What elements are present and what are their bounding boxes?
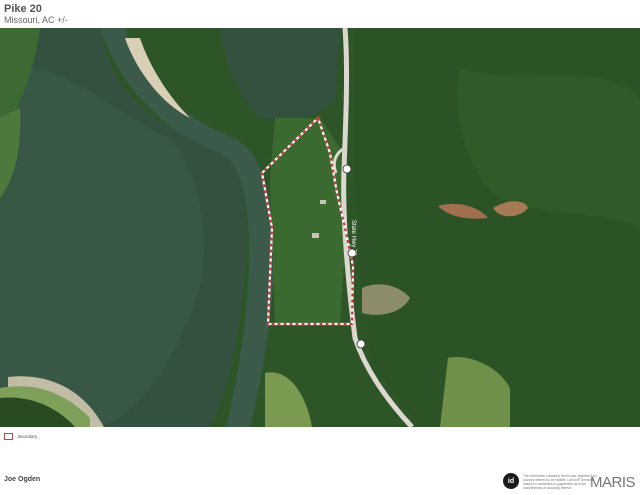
aerial-map[interactable]: State Hwy 79 0 200 400 600 800ft xyxy=(0,28,640,427)
legend-label: Boundary xyxy=(18,434,38,439)
page-title: Pike 20 xyxy=(4,3,42,15)
road-label: State Hwy 79 xyxy=(350,220,356,256)
page-subtitle: Missouri, AC +/- xyxy=(4,15,68,25)
map-legend: Boundary xyxy=(4,433,37,440)
hwy-shield-north xyxy=(342,164,352,174)
structure-2 xyxy=(312,233,319,238)
structure-1 xyxy=(320,200,326,204)
hwy-shield-south xyxy=(356,339,366,349)
disclaimer-text: The information contained herein was obt… xyxy=(523,474,597,490)
maris-logo: MARIS xyxy=(590,474,636,491)
map-canvas: State Hwy 79 xyxy=(0,28,640,427)
agent-name: Joe Ogden xyxy=(4,476,41,483)
land-id-logo: id xyxy=(503,473,519,489)
parcel-vegetation xyxy=(270,118,345,323)
boundary-swatch xyxy=(4,433,13,440)
logo-text: id xyxy=(507,477,515,485)
